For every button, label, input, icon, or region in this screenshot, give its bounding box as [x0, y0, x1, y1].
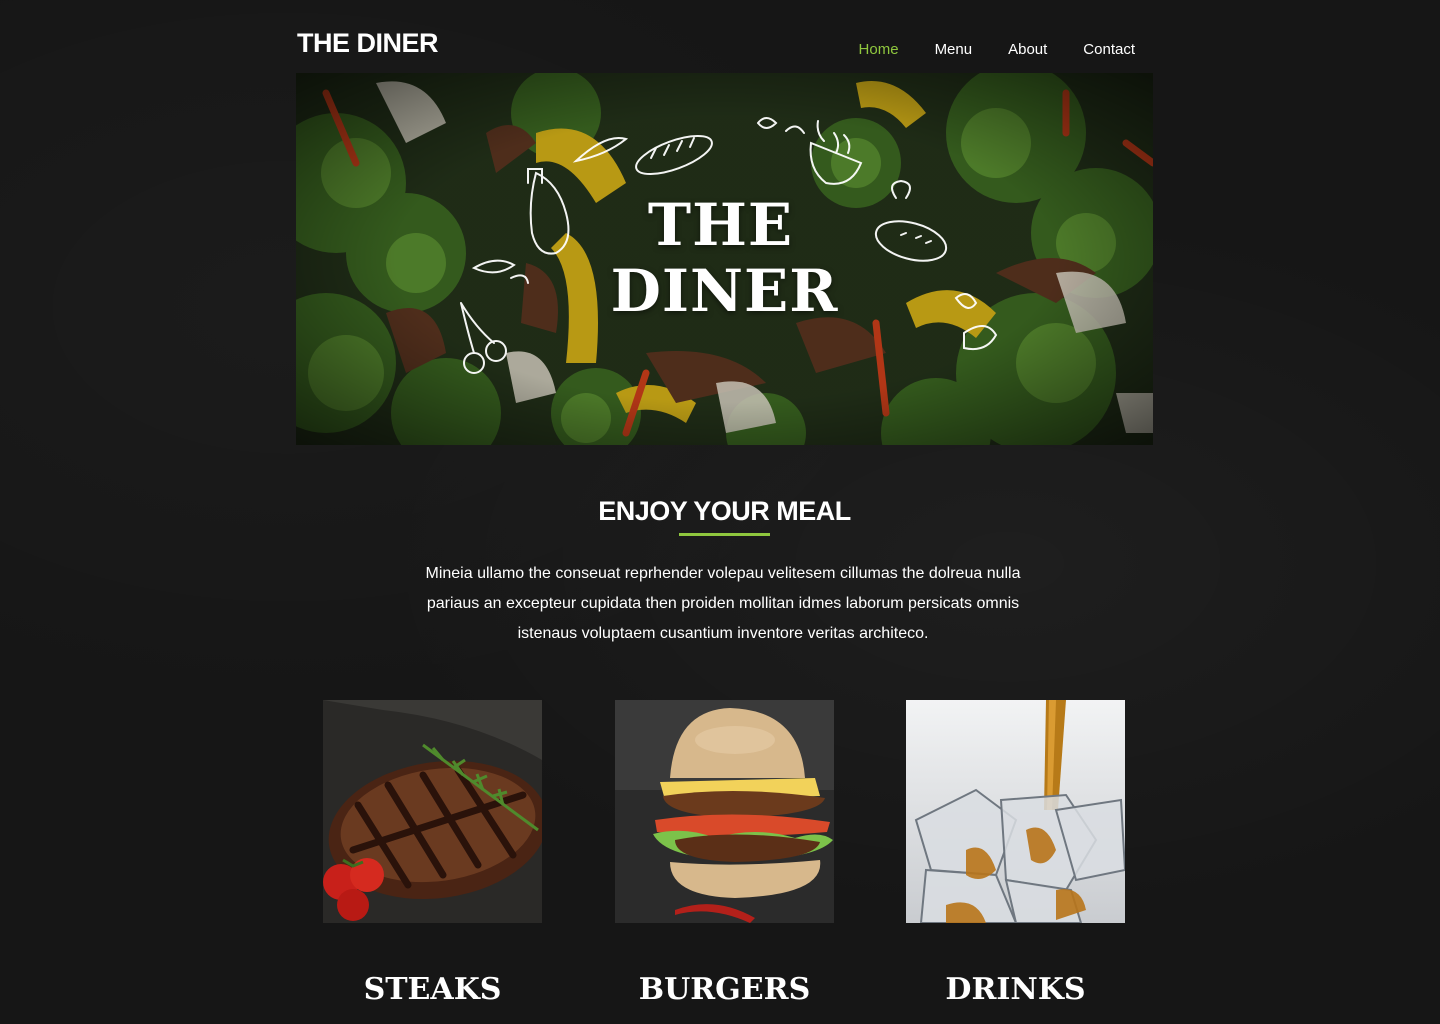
main-nav: Home Menu About Contact	[823, 40, 1135, 60]
drink-image[interactable]	[906, 700, 1125, 923]
category-title-drinks[interactable]: DRINKS	[866, 972, 1165, 1007]
hero-title-line2: DINER	[610, 257, 839, 325]
burger-image[interactable]	[615, 700, 834, 923]
category-card-steaks[interactable]: STEAKS	[323, 700, 542, 1007]
steak-image[interactable]	[323, 700, 542, 923]
category-title-burgers[interactable]: BURGERS	[575, 972, 874, 1007]
nav-link-home[interactable]: Home	[859, 40, 899, 60]
site-header: THE DINER Home Menu About Contact	[296, 0, 1153, 73]
nav-link-about[interactable]: About	[1008, 40, 1047, 60]
page: THE DINER Home Menu About Contact THE DI…	[296, 0, 1153, 1007]
category-card-drinks[interactable]: DRINKS	[906, 700, 1125, 1007]
nav-link-contact[interactable]: Contact	[1083, 40, 1135, 60]
nav-link-menu[interactable]: Menu	[935, 40, 973, 60]
site-logo[interactable]: THE DINER	[297, 26, 439, 60]
intro-heading: ENJOY YOUR MEAL	[598, 496, 851, 526]
category-cards: STEAKS BURGERS DRINKS	[323, 700, 1126, 1020]
category-title-steaks[interactable]: STEAKS	[283, 972, 582, 1007]
heading-underline	[679, 533, 770, 536]
intro-text: Mineia ullamo the conseuat reprhender vo…	[425, 565, 1021, 642]
category-card-burgers[interactable]: BURGERS	[615, 700, 834, 1007]
hero-banner: THE DINER	[296, 73, 1153, 445]
hero-title-line1: THE	[647, 191, 794, 259]
